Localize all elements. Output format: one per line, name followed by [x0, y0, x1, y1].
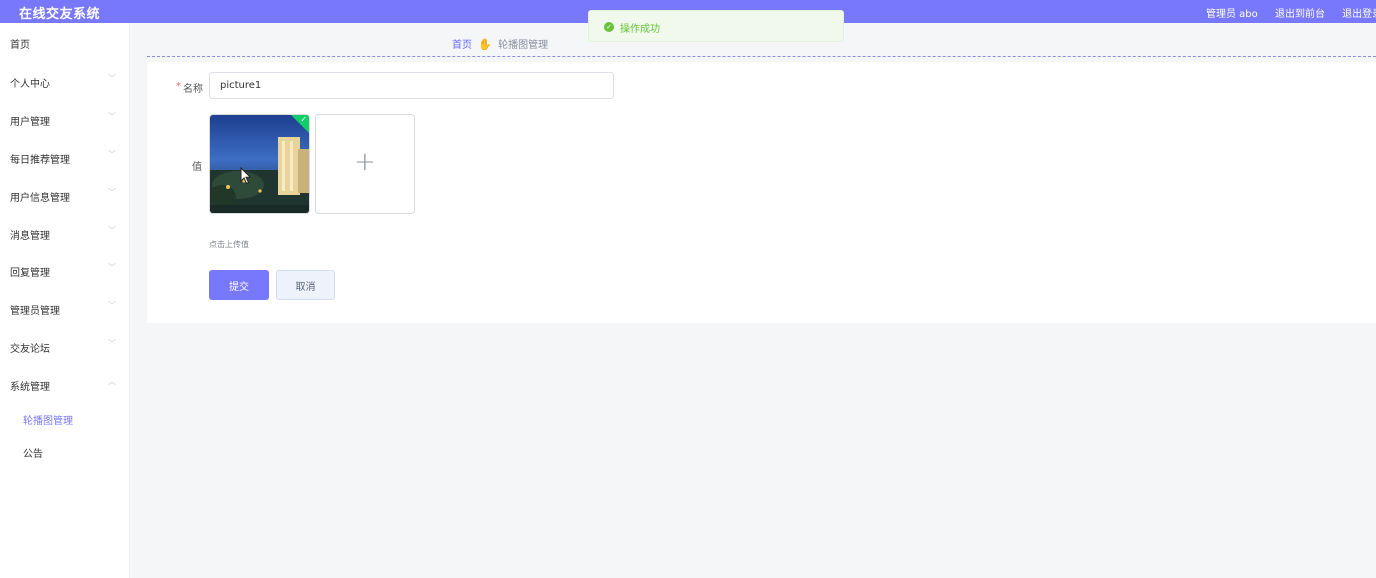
sidebar-item-label: 用户管理	[10, 117, 50, 128]
chevron-down-icon: ﹀	[108, 150, 116, 159]
back-to-frontend-link[interactable]: 退出到前台	[1275, 9, 1325, 20]
header-actions: 管理员 abo 退出到前台 退出登录	[1206, 5, 1376, 20]
sidebar-subitem-label: 轮播图管理	[23, 416, 73, 427]
chevron-down-icon: ﹀	[108, 263, 116, 272]
sidebar-item-label: 首页	[10, 40, 30, 51]
toast-message: 操作成功	[620, 24, 660, 35]
sidebar-item-label: 用户信息管理	[10, 193, 70, 204]
chevron-down-icon: ﹀	[108, 112, 116, 121]
sidebar-item-label: 消息管理	[10, 231, 50, 242]
check-icon: ✓	[300, 115, 307, 124]
chevron-down-icon: ﹀	[108, 188, 116, 197]
breadcrumb-current: 轮播图管理	[498, 40, 549, 51]
hand-icon: ✋	[478, 38, 492, 51]
breadcrumb-divider	[147, 56, 1376, 57]
sidebar-item-messages[interactable]: 消息管理 ﹀	[0, 221, 129, 245]
chevron-down-icon: ﹀	[108, 226, 116, 235]
value-label: 值	[192, 162, 202, 173]
admin-label: 管理员 abo	[1206, 9, 1258, 20]
sidebar-item-label: 每日推荐管理	[10, 155, 70, 166]
sidebar-item-forum[interactable]: 交友论坛 ﹀	[0, 334, 129, 358]
chevron-down-icon: ﹀	[108, 74, 116, 83]
name-input[interactable]	[209, 72, 614, 99]
app-title: 在线交友系统	[19, 7, 101, 22]
cancel-button[interactable]: 取消	[276, 270, 335, 300]
required-marker: *	[176, 81, 181, 92]
sidebar-item-user-management[interactable]: 用户管理 ﹀	[0, 107, 129, 131]
sidebar-item-daily-recommend[interactable]: 每日推荐管理 ﹀	[0, 145, 129, 169]
sidebar-item-personal-center[interactable]: 个人中心 ﹀	[0, 69, 129, 93]
sidebar-item-user-info[interactable]: 用户信息管理 ﹀	[0, 183, 129, 207]
sidebar-item-label: 交友论坛	[10, 344, 50, 355]
sidebar-item-label: 回复管理	[10, 268, 50, 279]
success-toast: ✓ 操作成功	[588, 10, 844, 42]
sidebar-item-label: 个人中心	[10, 79, 50, 90]
sidebar-item-admins[interactable]: 管理员管理 ﹀	[0, 296, 129, 320]
name-label: 名称	[183, 84, 203, 95]
sidebar-subitem-label: 公告	[23, 449, 43, 460]
uploaded-image-thumbnail[interactable]: ✓	[209, 114, 310, 214]
sidebar-item-label: 系统管理	[10, 382, 50, 393]
upload-hint: 点击上传值	[209, 240, 249, 249]
sidebar-item-label: 管理员管理	[10, 306, 60, 317]
sidebar-item-home[interactable]: 首页	[0, 30, 129, 54]
upload-trigger[interactable]: +	[315, 114, 415, 214]
chevron-down-icon: ﹀	[108, 301, 116, 310]
breadcrumb: 首页 ✋ 轮播图管理	[452, 36, 548, 51]
breadcrumb-home[interactable]: 首页	[452, 40, 472, 51]
check-circle-icon: ✓	[604, 22, 614, 32]
sidebar-item-system[interactable]: 系统管理 ︿	[0, 372, 129, 396]
mouse-cursor-icon	[240, 167, 252, 185]
submit-button[interactable]: 提交	[209, 270, 269, 300]
chevron-down-icon: ﹀	[108, 339, 116, 348]
plus-icon: +	[354, 147, 376, 177]
chevron-up-icon: ︿	[108, 377, 116, 386]
sidebar-item-replies[interactable]: 回复管理 ﹀	[0, 258, 129, 282]
sidebar-subitem-notice[interactable]: 公告	[0, 440, 129, 462]
sidebar-subitem-carousel[interactable]: 轮播图管理	[0, 407, 129, 429]
logout-link[interactable]: 退出登录	[1342, 9, 1376, 20]
sidebar: 首页 个人中心 ﹀ 用户管理 ﹀ 每日推荐管理 ﹀ 用户信息管理 ﹀ 消息管理 …	[0, 23, 130, 578]
